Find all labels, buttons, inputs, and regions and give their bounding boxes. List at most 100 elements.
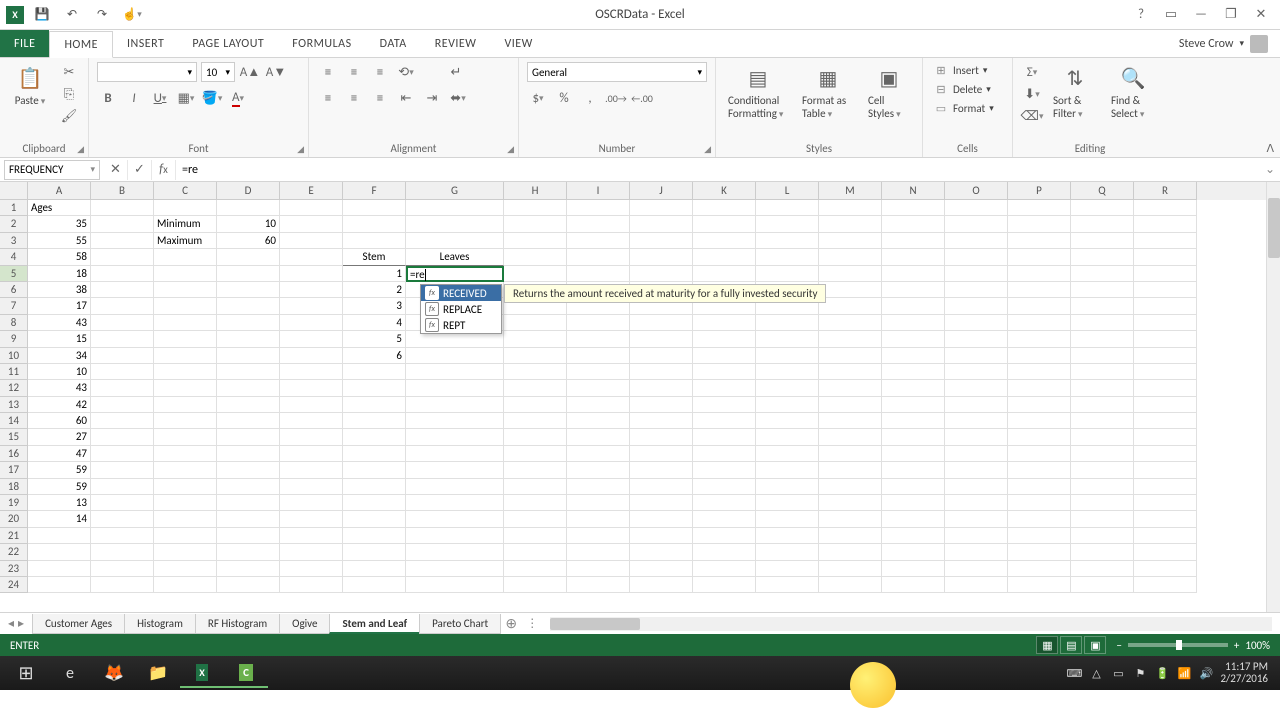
add-sheet-button[interactable]: ⊕ — [500, 615, 522, 632]
cell-N19[interactable] — [882, 495, 945, 511]
cell-F7[interactable]: 3 — [343, 298, 406, 314]
cell-E5[interactable] — [280, 266, 343, 282]
cell-L20[interactable] — [756, 511, 819, 527]
column-header-I[interactable]: I — [567, 182, 630, 200]
cell-L11[interactable] — [756, 364, 819, 380]
cell-O24[interactable] — [945, 577, 1008, 593]
cell-R9[interactable] — [1134, 331, 1197, 347]
close-button[interactable]: ✕ — [1248, 2, 1274, 28]
cell-I4[interactable] — [567, 249, 630, 265]
cell-C8[interactable] — [154, 315, 217, 331]
cell-J8[interactable] — [630, 315, 693, 331]
cell-B4[interactable] — [91, 249, 154, 265]
cell-I22[interactable] — [567, 544, 630, 560]
cell-E3[interactable] — [280, 233, 343, 249]
cell-P19[interactable] — [1008, 495, 1071, 511]
row-header-10[interactable]: 10 — [0, 348, 28, 364]
cell-L5[interactable] — [756, 266, 819, 282]
cell-J12[interactable] — [630, 380, 693, 396]
cell-L9[interactable] — [756, 331, 819, 347]
cell-O19[interactable] — [945, 495, 1008, 511]
cancel-formula-button[interactable]: ✕ — [104, 160, 128, 180]
format-as-table-button[interactable]: ▦Format as Table — [798, 62, 858, 122]
cell-H17[interactable] — [504, 462, 567, 478]
column-header-E[interactable]: E — [280, 182, 343, 200]
merge-button[interactable]: ⬌ — [447, 88, 469, 108]
cell-D4[interactable] — [217, 249, 280, 265]
cell-P15[interactable] — [1008, 429, 1071, 445]
align-left-button[interactable]: ≡ — [317, 88, 339, 108]
cell-N8[interactable] — [882, 315, 945, 331]
row-header-8[interactable]: 8 — [0, 315, 28, 331]
cell-G10[interactable] — [406, 348, 504, 364]
cell-R7[interactable] — [1134, 298, 1197, 314]
cell-N13[interactable] — [882, 397, 945, 413]
cell-N22[interactable] — [882, 544, 945, 560]
font-color-button[interactable]: A — [227, 88, 249, 108]
cell-E24[interactable] — [280, 577, 343, 593]
cell-R6[interactable] — [1134, 282, 1197, 298]
cell-M15[interactable] — [819, 429, 882, 445]
cell-P12[interactable] — [1008, 380, 1071, 396]
cell-I20[interactable] — [567, 511, 630, 527]
cell-C3[interactable]: Maximum — [154, 233, 217, 249]
wrap-text-button[interactable]: ↵ — [445, 62, 467, 82]
cell-A16[interactable]: 47 — [28, 446, 91, 462]
cell-K19[interactable] — [693, 495, 756, 511]
collapse-ribbon-button[interactable]: ᐱ — [1266, 142, 1274, 155]
cell-K16[interactable] — [693, 446, 756, 462]
bold-button[interactable]: B — [97, 88, 119, 108]
cell-G11[interactable] — [406, 364, 504, 380]
cell-O3[interactable] — [945, 233, 1008, 249]
enter-formula-button[interactable]: ✓ — [128, 160, 152, 180]
cell-E21[interactable] — [280, 528, 343, 544]
cell-A11[interactable]: 10 — [28, 364, 91, 380]
cell-F12[interactable] — [343, 380, 406, 396]
cell-C4[interactable] — [154, 249, 217, 265]
cell-O8[interactable] — [945, 315, 1008, 331]
column-header-P[interactable]: P — [1008, 182, 1071, 200]
row-header-24[interactable]: 24 — [0, 577, 28, 593]
column-header-O[interactable]: O — [945, 182, 1008, 200]
cell-O7[interactable] — [945, 298, 1008, 314]
cell-K18[interactable] — [693, 479, 756, 495]
cell-H18[interactable] — [504, 479, 567, 495]
cell-K2[interactable] — [693, 216, 756, 232]
borders-button[interactable]: ▦ — [175, 88, 197, 108]
cell-G15[interactable] — [406, 429, 504, 445]
cell-J4[interactable] — [630, 249, 693, 265]
cell-O15[interactable] — [945, 429, 1008, 445]
cell-M9[interactable] — [819, 331, 882, 347]
font-size-combo[interactable]: 10▾ — [201, 62, 235, 82]
column-header-K[interactable]: K — [693, 182, 756, 200]
cell-F13[interactable] — [343, 397, 406, 413]
cell-F6[interactable]: 2 — [343, 282, 406, 298]
conditional-formatting-button[interactable]: ▤Conditional Formatting — [724, 62, 792, 122]
column-header-Q[interactable]: Q — [1071, 182, 1134, 200]
cell-I17[interactable] — [567, 462, 630, 478]
cell-B7[interactable] — [91, 298, 154, 314]
cell-M21[interactable] — [819, 528, 882, 544]
cell-F3[interactable] — [343, 233, 406, 249]
cell-N1[interactable] — [882, 200, 945, 216]
cell-H4[interactable] — [504, 249, 567, 265]
name-box[interactable]: FREQUENCY▾ — [4, 160, 100, 180]
cell-K3[interactable] — [693, 233, 756, 249]
tab-view[interactable]: VIEW — [490, 30, 546, 57]
cell-A10[interactable]: 34 — [28, 348, 91, 364]
cell-Q9[interactable] — [1071, 331, 1134, 347]
tab-formulas[interactable]: FORMULAS — [278, 30, 365, 57]
cell-A4[interactable]: 58 — [28, 249, 91, 265]
cell-D7[interactable] — [217, 298, 280, 314]
cell-K1[interactable] — [693, 200, 756, 216]
cell-D6[interactable] — [217, 282, 280, 298]
cell-J10[interactable] — [630, 348, 693, 364]
cell-D16[interactable] — [217, 446, 280, 462]
cell-Q5[interactable] — [1071, 266, 1134, 282]
cell-O13[interactable] — [945, 397, 1008, 413]
row-header-12[interactable]: 12 — [0, 380, 28, 396]
row-header-11[interactable]: 11 — [0, 364, 28, 380]
cell-I10[interactable] — [567, 348, 630, 364]
cell-E10[interactable] — [280, 348, 343, 364]
cell-E9[interactable] — [280, 331, 343, 347]
